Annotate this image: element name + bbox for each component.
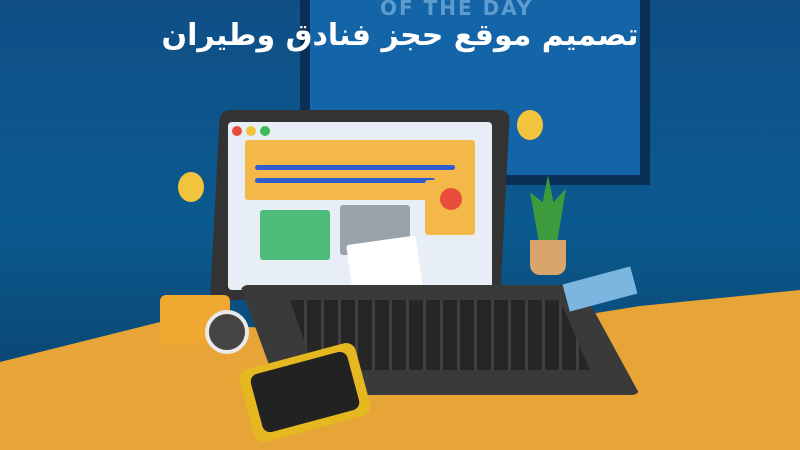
text-line [255, 165, 455, 170]
content-card [260, 210, 330, 260]
balloon-icon [178, 172, 204, 202]
balloon-icon [517, 110, 543, 140]
plant-pot [530, 240, 566, 275]
background-sign: OF THE DAY [380, 0, 534, 20]
camera-lens [205, 310, 249, 354]
page-title: تصميم موقع حجز فنادق وطيران [161, 18, 639, 53]
text-line [255, 178, 435, 183]
play-button-icon [440, 188, 462, 210]
window-controls [232, 126, 270, 136]
